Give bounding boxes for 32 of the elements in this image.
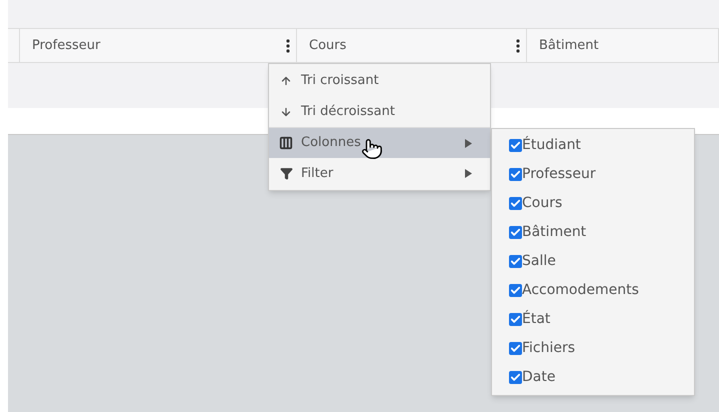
menu-item[interactable]: Filter	[269, 158, 490, 189]
column-option-label[interactable]: Cours	[522, 193, 562, 214]
checkbox[interactable]	[509, 284, 522, 297]
column-menu-icon[interactable]	[286, 38, 290, 52]
checkbox[interactable]	[509, 342, 522, 355]
checkbox[interactable]	[509, 139, 522, 152]
columns-icon	[279, 136, 293, 150]
menu-item[interactable]: Colonnes	[269, 127, 490, 158]
column-option-label[interactable]: Étudiant	[522, 135, 581, 156]
column-menu-icon[interactable]	[516, 38, 520, 52]
column-option-label[interactable]: Bâtiment	[522, 222, 586, 243]
column-header[interactable]: Professeur	[32, 36, 286, 56]
checkbox[interactable]	[509, 313, 522, 326]
checkbox[interactable]	[509, 168, 522, 181]
arrow-up-icon	[280, 74, 292, 86]
column-option-label[interactable]: Professeur	[522, 164, 596, 185]
filter-icon	[280, 167, 292, 180]
menu-item[interactable]: Tri décroissant	[269, 96, 490, 127]
column-option-label[interactable]: Accomodements	[522, 280, 639, 301]
column-header[interactable]: Bâtiment	[539, 36, 712, 56]
checkbox[interactable]	[509, 371, 522, 384]
menu-item[interactable]: Tri croissant	[269, 65, 490, 96]
column-option-label[interactable]: Salle	[522, 251, 556, 272]
column-option-label[interactable]: Date	[522, 367, 556, 388]
checkbox[interactable]	[509, 197, 522, 210]
arrow-down-icon	[280, 106, 292, 118]
column-option-label[interactable]: Fichiers	[522, 338, 576, 359]
checkbox[interactable]	[509, 226, 522, 239]
column-option-label[interactable]: État	[522, 309, 550, 330]
hand-pointer-cursor-icon	[361, 138, 383, 160]
column-header[interactable]: Cours	[309, 36, 516, 56]
checkbox[interactable]	[509, 255, 522, 268]
